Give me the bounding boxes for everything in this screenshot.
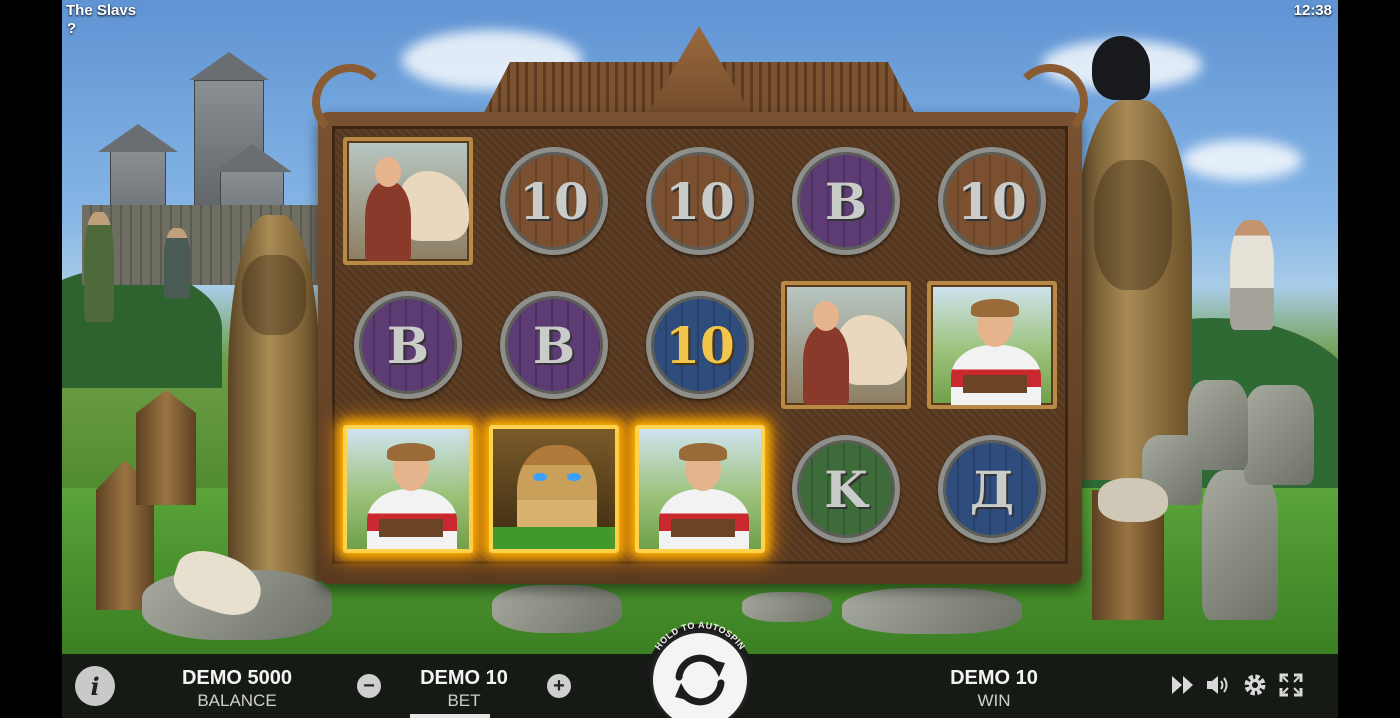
gusli-player-symbol [927, 281, 1057, 409]
coin-symbol: 10 [938, 147, 1046, 255]
reel-cell: B [481, 273, 627, 417]
balance-display: DEMO 5000 BALANCE [170, 667, 304, 711]
help-button[interactable]: ? [67, 20, 76, 37]
decrease-bet-button[interactable]: − [357, 674, 381, 698]
coin-symbol: B [500, 291, 608, 399]
fullscreen-icon[interactable] [1278, 672, 1304, 698]
settings-icon[interactable] [1242, 672, 1268, 698]
flat-stone [842, 588, 1022, 634]
coin-symbol: 10 [646, 147, 754, 255]
woodcutter-figure [1230, 220, 1274, 330]
reel-cell: K [773, 417, 919, 561]
coin-symbol: K [792, 435, 900, 543]
toolbar-icons [1170, 672, 1304, 698]
bet-value: DEMO 10 [420, 667, 508, 689]
clock: 12:38 [1293, 2, 1332, 19]
bet-label: BET [447, 691, 481, 710]
fast-forward-icon[interactable] [1170, 672, 1196, 698]
reel-cell [335, 129, 481, 273]
reel-cell: 10 [627, 129, 773, 273]
standing-stone [1202, 470, 1278, 620]
increase-bet-button[interactable]: + [547, 674, 571, 698]
reel-cell [481, 417, 627, 561]
bet-display: DEMO 10 BET [404, 667, 524, 711]
reel-cell: 10 [627, 273, 773, 417]
ram-skull [1098, 478, 1168, 522]
win-display: DEMO 10 WIN [930, 667, 1058, 711]
reel-cell: 10 [919, 129, 1065, 273]
raven-figure [1092, 36, 1150, 100]
villager-figure [164, 228, 190, 298]
knight-symbol [343, 137, 473, 265]
reel-grid: 10 10 B 10 B B 10 K Д [332, 126, 1068, 564]
right-wooden-idol [1074, 100, 1192, 480]
reel-cell [919, 273, 1065, 417]
info-button[interactable]: i [75, 666, 115, 706]
coin-symbol: B [792, 147, 900, 255]
reel-frame: 10 10 B 10 B B 10 K Д [312, 64, 1082, 584]
warrior-figure [84, 212, 114, 322]
wooden-stake [136, 390, 196, 505]
coin-symbol: Д [938, 435, 1046, 543]
bet-indicator [410, 714, 490, 718]
reel-cell: Д [919, 417, 1065, 561]
sound-icon[interactable] [1206, 672, 1232, 698]
game-viewport: 10 10 B 10 B B 10 K Д [62, 0, 1338, 718]
game-title: The Slavs [66, 2, 137, 19]
wooden-fortress [82, 20, 352, 285]
reel-cell [627, 417, 773, 561]
reel-cell: B [773, 129, 919, 273]
win-value: DEMO 10 [950, 667, 1038, 689]
gusli-player-symbol [635, 425, 765, 553]
win-label: WIN [977, 691, 1011, 710]
balance-value: DEMO 5000 [181, 667, 293, 689]
standing-stone [1244, 385, 1314, 485]
coin-symbol: 10 [646, 291, 754, 399]
coin-symbol: 10 [500, 147, 608, 255]
left-wooden-idol [228, 215, 320, 605]
flat-stone [492, 585, 622, 633]
spin-arrows-icon [675, 654, 725, 706]
knight-symbol [781, 281, 911, 409]
coin-symbol: B [354, 291, 462, 399]
reel-cell: B [335, 273, 481, 417]
gusli-player-symbol [343, 425, 473, 553]
reel-cell [335, 417, 481, 561]
balance-label: BALANCE [197, 691, 277, 710]
idol-wild-symbol [489, 425, 619, 553]
reel-cell [773, 273, 919, 417]
reel-cell: 10 [481, 129, 627, 273]
